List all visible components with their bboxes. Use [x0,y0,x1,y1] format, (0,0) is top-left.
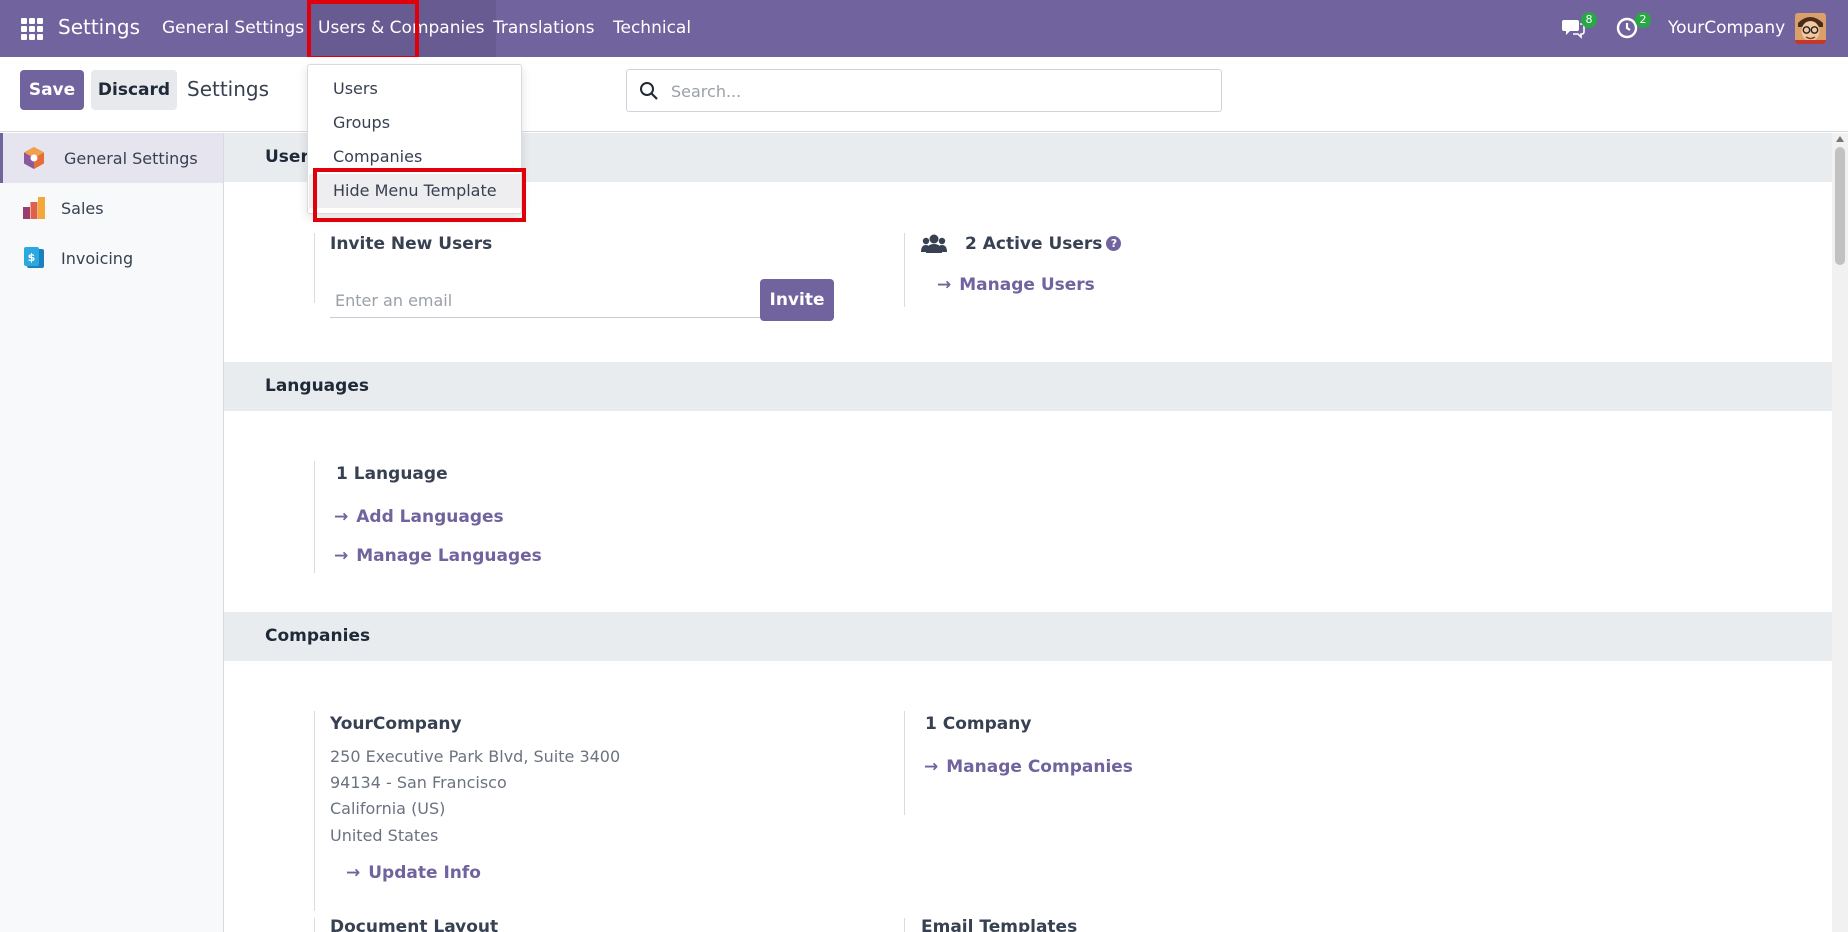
divider [314,233,315,303]
section-title: Companies [265,626,371,646]
update-info-link[interactable]: → Update Info [346,863,481,883]
sales-app-icon [22,196,46,220]
add-languages-link[interactable]: → Add Languages [334,507,504,527]
menu-translations[interactable]: Translations [493,18,595,38]
main-scrollbar[interactable] [1832,133,1848,932]
link-label: Manage Users [959,275,1095,295]
link-label: Add Languages [356,507,504,527]
app-brand[interactable]: Settings [58,15,140,39]
document-layout-label: Document Layout [330,917,499,932]
users-group-icon [921,233,947,257]
save-button[interactable]: Save [20,70,84,110]
arrow-right-icon: → [334,546,349,566]
apps-grid-icon[interactable] [21,18,43,40]
menu-users-companies[interactable]: Users & Companies [307,0,496,57]
section-title: Languages [265,376,369,396]
settings-app-icon [22,146,46,170]
users-companies-dropdown: Users Groups Companies Hide Menu Templat… [307,64,522,214]
page-title: Settings [187,77,270,101]
link-label: Update Info [368,863,481,883]
divider [314,711,315,911]
arrow-right-icon: → [346,863,361,883]
manage-users-link[interactable]: → Manage Users [937,275,1095,295]
company-address-line: 250 Executive Park Blvd, Suite 3400 [330,747,621,766]
company-address-line: California (US) [330,799,446,818]
company-address-line: 94134 - San Francisco [330,773,507,792]
manage-companies-link[interactable]: → Manage Companies [924,757,1133,777]
languages-section-header: Languages [224,362,1832,411]
company-name: YourCompany [330,714,462,734]
company-address-line: United States [330,826,439,845]
dropdown-item-hide-menu-template[interactable]: Hide Menu Template [309,174,521,208]
link-label: Manage Companies [946,757,1133,777]
manage-languages-link[interactable]: → Manage Languages [334,546,542,566]
arrow-right-icon: → [334,507,349,527]
company-switcher[interactable]: YourCompany [1668,18,1785,38]
sidebar-item-label: General Settings [64,148,198,168]
messages-icon[interactable]: 8 [1561,12,1597,40]
search-icon [639,81,659,101]
settings-sidebar: General Settings Sales $ Invoicing [0,133,224,932]
messages-badge: 8 [1581,12,1597,28]
companies-section-header: Companies [224,612,1832,661]
link-label: Manage Languages [356,546,542,566]
menu-general-settings[interactable]: General Settings [162,18,304,38]
top-navbar: Settings General Settings Users & Compan… [0,0,1848,57]
scroll-thumb[interactable] [1835,147,1845,265]
sidebar-item-label: Sales [61,198,104,218]
control-panel: Save Discard Settings [0,57,1848,132]
divider [314,918,315,932]
sidebar-item-label: Invoicing [61,248,134,268]
search-input[interactable] [671,76,1211,106]
invoicing-app-icon: $ [22,246,46,270]
invite-button[interactable]: Invite [760,279,834,321]
dropdown-item-users[interactable]: Users [309,72,521,106]
email-templates-label: Email Templates [921,917,1078,932]
divider [904,918,905,932]
divider [904,233,905,307]
scroll-up-arrow-icon[interactable] [1836,136,1844,142]
sidebar-item-general-settings[interactable]: General Settings [0,133,223,183]
activities-badge: 2 [1635,12,1651,28]
svg-text:$: $ [28,251,36,264]
dropdown-item-companies[interactable]: Companies [309,140,521,174]
settings-main: Users Invite New Users Invite 2 Active U… [224,133,1832,932]
user-avatar[interactable] [1795,13,1826,44]
company-count: 1 Company [925,714,1032,734]
divider [314,461,315,573]
active-users-label: 2 Active Users? [965,234,1122,254]
help-icon[interactable]: ? [1106,236,1122,251]
sidebar-item-invoicing[interactable]: $ Invoicing [0,233,223,283]
invite-users-label: Invite New Users [330,234,493,254]
arrow-right-icon: → [924,757,939,777]
menu-technical[interactable]: Technical [613,18,691,38]
search-box [626,69,1222,112]
arrow-right-icon: → [937,275,952,295]
dropdown-item-groups[interactable]: Groups [309,106,521,140]
language-count: 1 Language [336,464,448,484]
divider [904,711,905,815]
discard-button[interactable]: Discard [91,70,177,110]
invite-email-input[interactable] [330,283,760,318]
activities-clock-icon[interactable]: 2 [1615,12,1651,40]
sidebar-item-sales[interactable]: Sales [0,183,223,233]
active-users-count: 2 Active Users [965,234,1103,254]
